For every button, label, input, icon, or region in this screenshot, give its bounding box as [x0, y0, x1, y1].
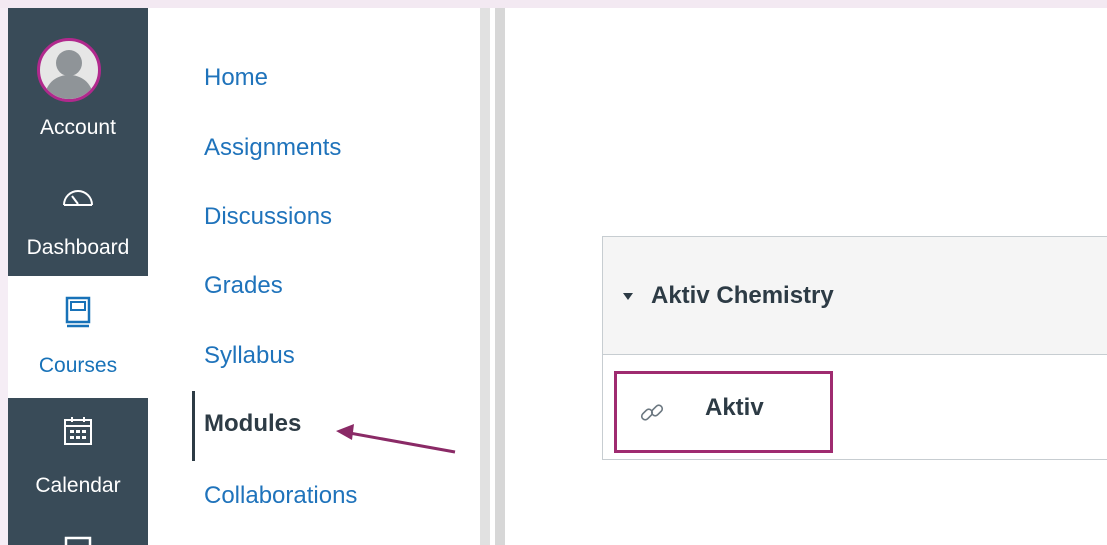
course-nav-syllabus[interactable]: Syllabus: [204, 342, 295, 370]
course-nav-home[interactable]: Home: [204, 64, 268, 92]
calendar-icon: [64, 417, 92, 445]
collapse-caret-icon[interactable]: [623, 293, 633, 300]
courses-icon: [65, 296, 91, 328]
nav-inbox[interactable]: [8, 528, 148, 545]
module-card: Aktiv Chemistry Aktiv: [602, 236, 1107, 460]
annotation-arrow-icon: [336, 424, 456, 454]
link-icon: [640, 404, 664, 421]
pane-divider: [480, 8, 490, 545]
global-nav: Account Dashboard Courses Calendar: [8, 8, 148, 545]
active-indicator: [192, 391, 195, 461]
avatar[interactable]: [37, 38, 101, 102]
nav-account[interactable]: Account: [8, 8, 148, 139]
nav-calendar[interactable]: Calendar: [8, 400, 148, 530]
module-item-link[interactable]: Aktiv: [614, 371, 833, 453]
module-title: Aktiv Chemistry: [651, 282, 834, 309]
nav-courses[interactable]: Courses: [8, 276, 148, 398]
main-content: Aktiv Chemistry Aktiv: [505, 8, 1107, 545]
course-nav-grades[interactable]: Grades: [204, 272, 283, 300]
module-header[interactable]: Aktiv Chemistry: [603, 237, 1107, 355]
course-nav-discussions[interactable]: Discussions: [204, 203, 332, 231]
nav-dashboard-label: Dashboard: [26, 236, 130, 259]
pane-divider-inner: [495, 8, 505, 545]
user-avatar-icon: [44, 50, 94, 99]
course-nav-assignments[interactable]: Assignments: [204, 134, 341, 162]
inbox-icon: [64, 536, 92, 545]
top-strip: [0, 0, 1107, 8]
dashboard-icon: [63, 190, 93, 206]
course-nav-modules[interactable]: Modules: [204, 410, 301, 438]
nav-courses-label: Courses: [38, 354, 118, 377]
nav-dashboard[interactable]: Dashboard: [8, 140, 148, 268]
course-nav: Home Assignments Discussions Grades Syll…: [148, 8, 480, 545]
module-item-title[interactable]: Aktiv: [705, 394, 764, 422]
nav-calendar-label: Calendar: [35, 474, 121, 497]
nav-account-label: Account: [40, 116, 116, 139]
course-nav-collaborations[interactable]: Collaborations: [204, 482, 357, 510]
